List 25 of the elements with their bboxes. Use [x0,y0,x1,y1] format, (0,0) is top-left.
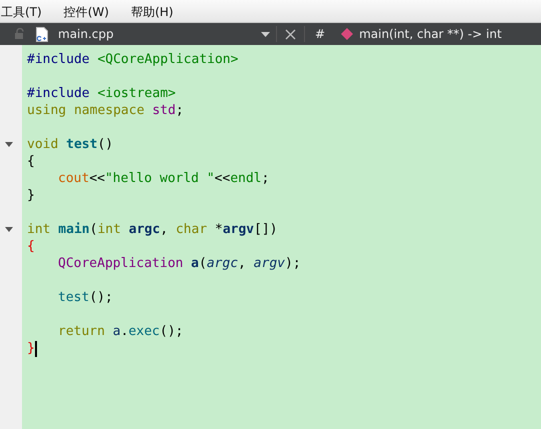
current-symbol[interactable]: main(int, char **) -> int [359,27,502,41]
dropdown-icon[interactable] [261,32,270,36]
menu-item[interactable]: 帮助(H) [130,4,174,20]
code-line: return a.exec(); [58,323,184,340]
menu-item[interactable]: 工具(T) [1,4,42,20]
symbol-prefix: # [315,27,326,41]
function-icon [341,28,354,40]
fold-arrow-icon[interactable] [5,142,13,147]
fold-arrow-icon[interactable] [5,227,13,232]
code-line: #include <iostream> [27,85,176,102]
file-name[interactable]: main.cpp [58,27,258,41]
code-line: cout<<"hello world "<<endl; [58,170,270,187]
code-line: } [27,187,35,204]
code-line: { [27,238,35,255]
code-line: int main(int argc, char *argv[]) [27,221,278,238]
code-line: test(); [58,289,113,306]
code-line: #include <QCoreApplication> [27,51,238,68]
close-icon[interactable] [285,28,296,40]
code-line: QCoreApplication a(argc, argv); [58,255,301,272]
menu-item[interactable]: 控件(W) [64,4,109,20]
code-line: using namespace std; [27,102,184,119]
cpp-file-icon [36,26,48,42]
code-line: void test() [27,136,114,153]
code-line: } [27,340,35,357]
code-line: { [27,153,35,170]
